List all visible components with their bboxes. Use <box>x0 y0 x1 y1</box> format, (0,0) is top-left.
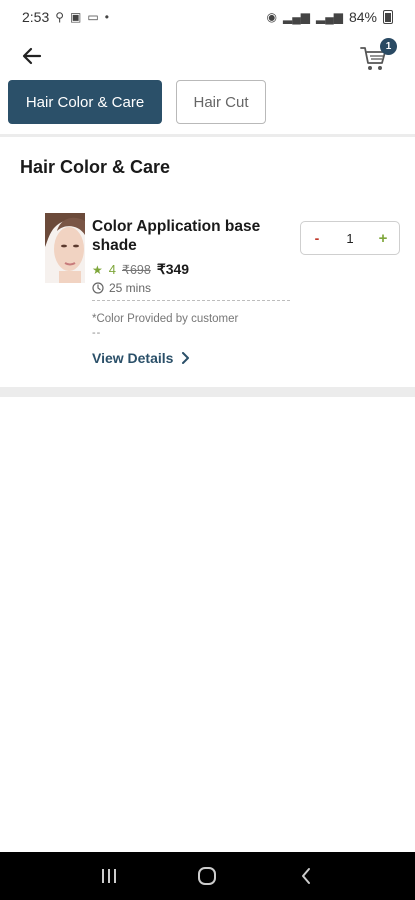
new-price: ₹349 <box>156 261 190 277</box>
rating-price-row: ★ 4 ₹698 ₹349 <box>92 261 189 278</box>
laptop-icon: ▭ <box>87 10 99 24</box>
service-duration: 25 mins <box>109 281 152 295</box>
battery-percent: 84% <box>348 9 377 25</box>
image-icon: ▣ <box>70 10 82 24</box>
chevron-left-icon <box>301 868 310 884</box>
signal-icon: ▂▄▆ <box>283 10 310 24</box>
arrow-left-icon <box>22 47 42 65</box>
chevron-right-icon <box>182 352 190 364</box>
cart-count-badge: 1 <box>380 38 397 55</box>
usb-icon: ⚲ <box>55 10 65 24</box>
clock-icon <box>92 282 104 294</box>
recent-apps-icon <box>102 869 117 883</box>
hotspot-icon: ◉ <box>266 10 278 24</box>
increment-button[interactable]: + <box>375 230 391 247</box>
service-name: Color Application base shade <box>92 218 261 254</box>
status-time: 2:53 <box>22 9 50 25</box>
duration-row: 25 mins <box>92 281 151 295</box>
view-details-link[interactable]: View Details <box>92 350 190 366</box>
service-rating: 4 <box>108 262 116 277</box>
quantity-value: 1 <box>346 230 354 246</box>
service-note-more: -- <box>92 327 102 339</box>
tab-hair-cut[interactable]: Hair Cut <box>176 80 266 124</box>
system-nav-bar <box>0 852 415 900</box>
view-details-label: View Details <box>92 350 174 366</box>
quantity-stepper: - 1 + <box>300 221 400 255</box>
back-button[interactable] <box>18 42 46 70</box>
dashed-divider <box>92 300 290 301</box>
decrement-button[interactable]: - <box>309 230 325 246</box>
app-header: 1 <box>0 34 415 78</box>
service-note: *Color Provided by customer <box>92 313 239 325</box>
status-right: ◉ ▂▄▆ ▂▄▆ 84% <box>267 9 393 25</box>
signal-icon-2: ▂▄▆ <box>316 10 343 24</box>
section-divider <box>0 387 415 397</box>
category-tabs: Hair Color & Care Hair Cut <box>8 80 266 124</box>
system-back-button[interactable] <box>286 856 326 896</box>
status-left: 2:53 ⚲ ▣ ▭ • <box>22 9 109 25</box>
home-icon <box>198 867 217 885</box>
service-card: Color Application base shade ★ 4 ₹698 ₹3… <box>0 205 415 385</box>
recent-apps-button[interactable] <box>89 856 129 896</box>
home-button[interactable] <box>187 856 227 896</box>
service-thumbnail <box>45 213 85 283</box>
section-title: Hair Color & Care <box>20 157 171 177</box>
old-price: ₹698 <box>122 263 151 277</box>
status-bar: 2:53 ⚲ ▣ ▭ • ◉ ▂▄▆ ▂▄▆ 84% <box>0 0 415 34</box>
battery-icon <box>383 10 393 24</box>
tab-hair-color-care[interactable]: Hair Color & Care <box>8 80 162 124</box>
cart-button[interactable]: 1 <box>357 38 397 74</box>
star-icon: ★ <box>92 262 103 277</box>
divider <box>0 134 415 137</box>
dot-icon: • <box>104 10 109 24</box>
